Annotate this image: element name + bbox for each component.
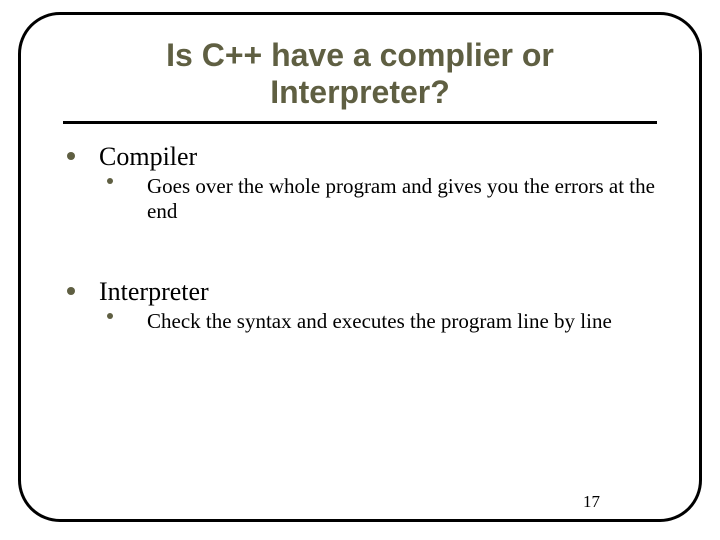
- list-subitem: Goes over the whole program and gives yo…: [63, 174, 657, 225]
- title-line-2: Interpreter?: [270, 74, 450, 110]
- title-line-1: Is C++ have a complier or: [166, 37, 554, 73]
- item-sub: Check the syntax and executes the progra…: [147, 309, 657, 335]
- item-heading: Compiler: [99, 142, 197, 171]
- bullet-icon: [67, 152, 75, 160]
- bullet-icon: [67, 287, 75, 295]
- bullet-icon: [107, 313, 113, 319]
- list-subitem: Check the syntax and executes the progra…: [63, 309, 657, 335]
- item-heading: Interpreter: [99, 277, 209, 306]
- list-item: Compiler: [63, 142, 657, 172]
- slide-content: Compiler Goes over the whole program and…: [63, 142, 657, 335]
- list-item: Interpreter: [63, 277, 657, 307]
- page-number: 17: [583, 492, 600, 512]
- slide-frame: Is C++ have a complier or Interpreter? C…: [18, 12, 702, 522]
- slide-title: Is C++ have a complier or Interpreter?: [63, 37, 657, 119]
- item-sub: Goes over the whole program and gives yo…: [147, 174, 657, 225]
- bullet-icon: [107, 178, 113, 184]
- title-underline: [63, 121, 657, 124]
